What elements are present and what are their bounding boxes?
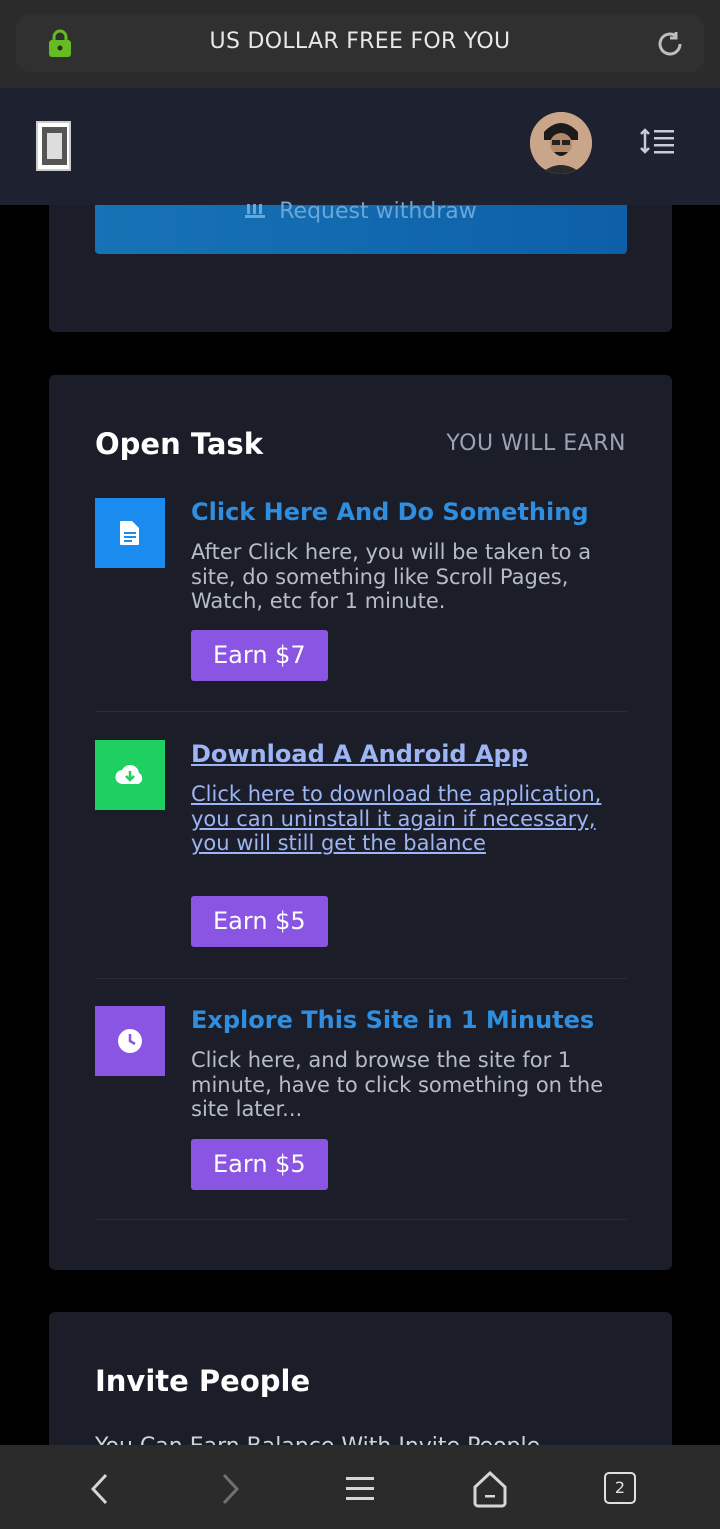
menu-lines-icon[interactable] <box>640 126 676 156</box>
site-logo[interactable] <box>36 121 71 171</box>
divider <box>95 711 627 712</box>
browser-address-bar: US DOLLAR FREE FOR YOU <box>0 0 720 88</box>
home-icon[interactable] <box>470 1469 510 1509</box>
clock-icon <box>95 1006 165 1076</box>
forward-icon[interactable] <box>210 1469 250 1509</box>
tabs-count-button[interactable]: 2 <box>604 1472 636 1504</box>
user-avatar[interactable] <box>530 112 592 174</box>
task-desc: After Click here, you will be taken to a… <box>191 540 592 613</box>
balance-card: Request withdraw <box>49 199 672 332</box>
task-title[interactable]: Explore This Site in 1 Minutes <box>191 1006 594 1034</box>
invite-card: Invite People You Can Earn Balance With … <box>49 1312 672 1462</box>
bank-icon <box>245 204 266 218</box>
reload-icon[interactable] <box>654 28 686 60</box>
open-task-card: Open Task YOU WILL EARN Click Here And D… <box>49 375 672 1270</box>
task-desc[interactable]: Click here to download the application, … <box>191 782 621 856</box>
invite-title: Invite People <box>95 1364 311 1398</box>
earn-button[interactable]: Earn $5 <box>191 1139 328 1190</box>
task-title[interactable]: Click Here And Do Something <box>191 498 589 526</box>
page-title[interactable]: US DOLLAR FREE FOR YOU <box>0 29 720 54</box>
browser-bottom-nav: 2 <box>0 1445 720 1529</box>
cloud-download-icon <box>95 740 165 810</box>
divider <box>95 978 627 979</box>
request-withdraw-button[interactable]: Request withdraw <box>95 199 627 254</box>
earn-header: YOU WILL EARN <box>446 431 626 456</box>
withdraw-label: Request withdraw <box>279 199 477 224</box>
task-title[interactable]: Download A Android App <box>191 740 528 768</box>
earn-button[interactable]: Earn $7 <box>191 630 328 681</box>
divider <box>95 1219 627 1220</box>
menu-icon[interactable] <box>340 1469 380 1509</box>
document-icon <box>95 498 165 568</box>
task-desc: Click here, and browse the site for 1 mi… <box>191 1048 604 1121</box>
back-icon[interactable] <box>80 1469 120 1509</box>
earn-button[interactable]: Earn $5 <box>191 896 328 947</box>
site-header <box>0 88 720 205</box>
open-task-title: Open Task <box>95 427 263 461</box>
